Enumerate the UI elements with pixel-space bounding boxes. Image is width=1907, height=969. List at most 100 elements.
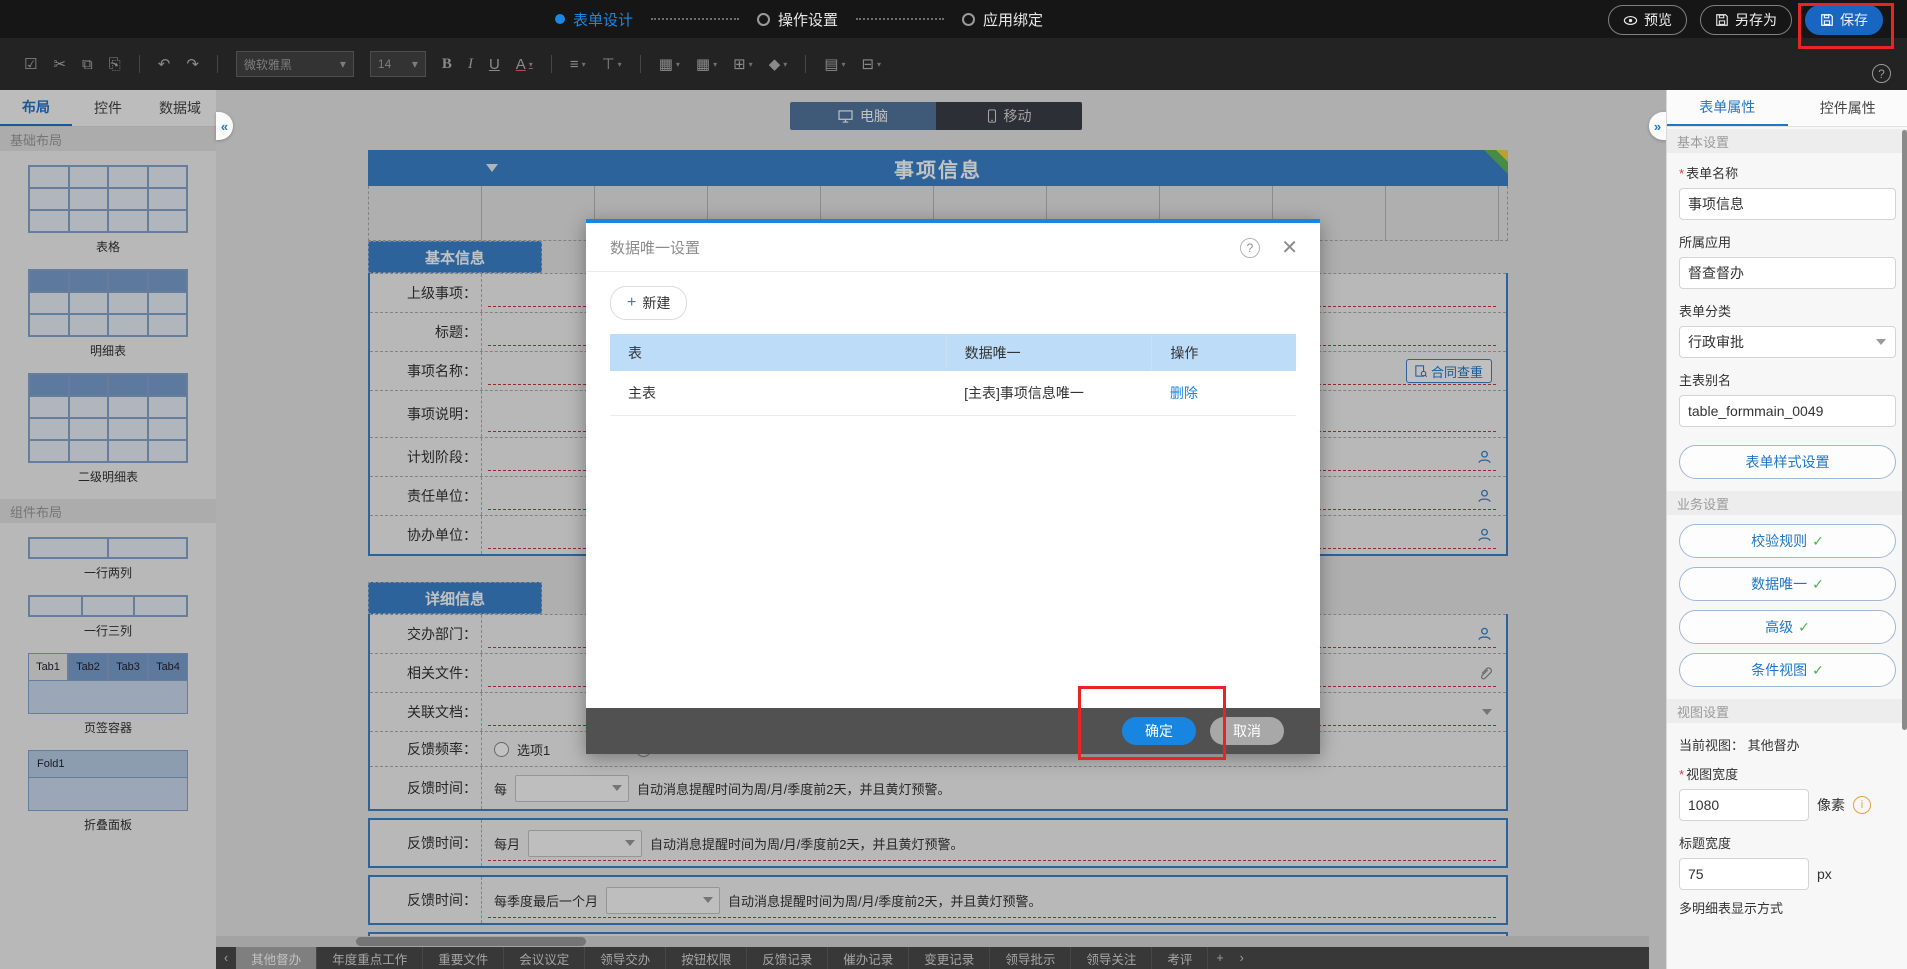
underline-icon[interactable]: U	[489, 56, 500, 73]
form-style-settings-button[interactable]: 表单样式设置	[1679, 445, 1896, 479]
font-size-select[interactable]: 14▾	[370, 51, 426, 77]
merge-cells-icon[interactable]: ▤▾	[824, 55, 845, 73]
save-as-label: 另存为	[1735, 10, 1777, 30]
check-icon: ✓	[1798, 619, 1810, 636]
help-icon[interactable]: ?	[1872, 64, 1891, 83]
cut-icon[interactable]: ✂	[53, 55, 66, 73]
fill-glyph: ◆	[769, 55, 781, 73]
check-icon: ✓	[1812, 576, 1824, 593]
owning-app-field: 所属应用	[1667, 222, 1907, 291]
italic-icon[interactable]: I	[468, 56, 473, 73]
save-as-button[interactable]: 另存为	[1700, 5, 1792, 35]
form-style-settings-label: 表单样式设置	[1746, 452, 1830, 472]
bold-icon[interactable]: B	[442, 56, 452, 73]
copy-icon[interactable]: ⧉	[82, 56, 93, 73]
section-view-settings: 视图设置	[1667, 699, 1907, 723]
toolbar-separator	[217, 55, 218, 73]
data-unique-label: 数据唯一	[1751, 574, 1807, 594]
current-view-row: 当前视图： 其他督办	[1667, 723, 1907, 754]
field-label: 主表别名	[1679, 373, 1731, 388]
view-width-field: *视图宽度 像素 i	[1667, 754, 1907, 823]
close-icon[interactable]: ✕	[1281, 235, 1298, 260]
paste-icon[interactable]: ⎘	[109, 56, 121, 73]
required-asterisk: *	[1679, 166, 1684, 181]
advanced-label: 高级	[1765, 617, 1793, 637]
step-form-design[interactable]: 表单设计	[555, 9, 633, 30]
question-icon[interactable]: ?	[1240, 238, 1260, 258]
main-table-alias-field: 主表别名	[1667, 360, 1907, 429]
split-cells-icon[interactable]: ⊟▾	[861, 55, 881, 73]
bgcolor-glyph: ▦	[659, 55, 673, 73]
new-button[interactable]: + 新建	[610, 286, 687, 320]
check-icon: ✓	[1812, 662, 1824, 679]
save-label: 保存	[1840, 10, 1868, 30]
modal-footer: 确定 取消	[586, 708, 1320, 754]
undo-icon[interactable]: ↶	[158, 55, 171, 73]
tab-control-properties[interactable]: 控件属性	[1788, 90, 1907, 126]
validation-rules-button[interactable]: 校验规则 ✓	[1679, 524, 1896, 558]
border-color-icon[interactable]: ▦▾	[696, 55, 717, 73]
grid-glyph: ⊞	[733, 55, 746, 73]
redo-icon[interactable]: ↷	[186, 55, 199, 73]
current-view-label: 当前视图：	[1679, 738, 1744, 753]
form-category-field: 表单分类	[1667, 291, 1907, 360]
cell-table-name: 主表	[610, 371, 946, 416]
field-label: 所属应用	[1679, 235, 1731, 250]
toolbar-separator	[551, 55, 552, 73]
form-name-field: *表单名称	[1667, 153, 1907, 222]
toolbar-separator	[805, 55, 806, 73]
select-icon[interactable]: ☑	[24, 55, 37, 73]
fill-color-icon[interactable]: ◆▾	[769, 55, 788, 73]
cell-unique-name: [主表]事项信息唯一	[946, 371, 1152, 416]
check-icon: ✓	[1812, 533, 1824, 550]
floppy-icon	[1715, 13, 1729, 27]
conditional-view-label: 条件视图	[1751, 660, 1807, 680]
cancel-button[interactable]: 取消	[1210, 717, 1284, 745]
ok-button[interactable]: 确定	[1122, 717, 1196, 745]
new-button-label: 新建	[642, 293, 670, 313]
tab-form-properties[interactable]: 表单属性	[1667, 90, 1788, 126]
step-connector	[856, 18, 944, 20]
section-business-settings: 业务设置	[1667, 491, 1907, 515]
chevron-down-icon: ▾	[676, 60, 680, 69]
owning-app-input[interactable]	[1679, 257, 1896, 289]
step-label: 操作设置	[778, 9, 838, 30]
overflow-cutoff-label: 多明细表显示方式	[1667, 892, 1907, 917]
font-family-select[interactable]: 微软雅黑▾	[236, 51, 354, 77]
info-icon[interactable]: i	[1853, 796, 1871, 814]
step-connector	[651, 18, 739, 20]
title-width-unit: px	[1817, 866, 1832, 882]
align-icon[interactable]: ≡▾	[570, 56, 586, 73]
top-bar: 表单设计 操作设置 应用绑定 预览 另存为 保存	[0, 0, 1907, 38]
title-width-input[interactable]	[1679, 858, 1809, 890]
vertical-align-icon[interactable]: ⊤▾	[602, 55, 622, 73]
background-color-icon[interactable]: ▦▾	[659, 55, 680, 73]
delete-link[interactable]: 删除	[1170, 385, 1198, 401]
table-grid-icon[interactable]: ⊞▾	[733, 55, 753, 73]
vertical-scrollbar-thumb[interactable]	[1902, 130, 1907, 730]
plus-icon: +	[627, 294, 636, 312]
step-label: 应用绑定	[983, 9, 1043, 30]
merge-glyph: ▤	[824, 55, 838, 73]
form-name-input[interactable]	[1679, 188, 1896, 220]
validation-rules-label: 校验规则	[1751, 531, 1807, 551]
data-unique-button[interactable]: 数据唯一 ✓	[1679, 567, 1896, 601]
field-label: 表单名称	[1686, 166, 1738, 181]
form-category-select[interactable]	[1679, 326, 1896, 358]
chevron-down-icon: ▾	[877, 60, 881, 69]
step-app-binding[interactable]: 应用绑定	[962, 9, 1043, 30]
step-operation-settings[interactable]: 操作设置	[757, 9, 838, 30]
modal-title: 数据唯一设置	[610, 237, 700, 258]
preview-button[interactable]: 预览	[1608, 5, 1687, 35]
save-button[interactable]: 保存	[1805, 5, 1883, 35]
chevron-down-icon: ▾	[340, 57, 346, 71]
view-width-input[interactable]	[1679, 789, 1809, 821]
main-table-alias-input[interactable]	[1679, 395, 1896, 427]
font-size-value: 14	[378, 57, 391, 71]
wizard-steps: 表单设计 操作设置 应用绑定	[555, 0, 1043, 38]
step-ring-icon	[962, 13, 975, 26]
font-color-icon[interactable]: A▾	[516, 56, 533, 73]
conditional-view-button[interactable]: 条件视图 ✓	[1679, 653, 1896, 687]
unique-rules-table: 表 数据唯一 操作 主表 [主表]事项信息唯一 删除	[610, 334, 1296, 416]
advanced-button[interactable]: 高级 ✓	[1679, 610, 1896, 644]
